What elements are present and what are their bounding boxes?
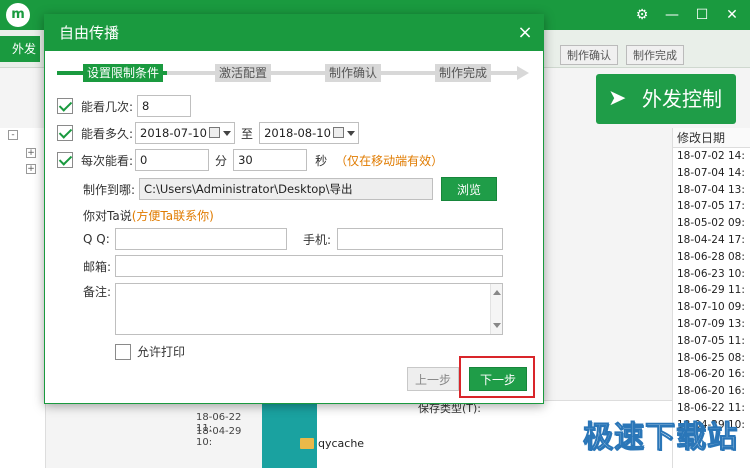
mobile-only-note: （仅在移动端有效）	[335, 153, 444, 168]
list-item[interactable]: 18-07-09 13:	[673, 316, 750, 333]
allow-print-checkbox[interactable]	[115, 343, 131, 360]
step-complete: 制作完成	[435, 64, 492, 82]
message-hint: (方便Ta联系你)	[131, 209, 214, 223]
allow-print-label: 允许打印	[137, 345, 186, 359]
list-item[interactable]: 18-06-20 16:	[673, 366, 750, 383]
browse-button[interactable]: 浏览	[441, 177, 498, 201]
list-item[interactable]: 18-06-28 08:	[673, 249, 750, 266]
app-step-confirm: 制作确认	[560, 45, 618, 65]
view-count-row: 能看几次: 8	[57, 95, 192, 117]
list-item[interactable]: 18-07-04 14:	[673, 165, 750, 182]
chevron-down-icon	[347, 131, 356, 136]
window-controls: ⚙ — ☐ ✕	[632, 4, 742, 26]
list-item[interactable]: 18-06-25 08:	[673, 350, 750, 367]
end-date-picker[interactable]: 2018-08-10	[259, 122, 360, 144]
each-view-row: 每次能看: 0 分 30 秒 （仅在移动端有效）	[57, 149, 443, 171]
prev-button[interactable]: 上一步	[407, 367, 459, 391]
dialog-title: 自由传播	[45, 15, 543, 51]
qq-label: Q Q:	[83, 232, 110, 246]
folder-row[interactable]: qycache	[300, 437, 364, 450]
email-label: 邮箱:	[83, 259, 112, 274]
minimize-icon[interactable]: —	[662, 4, 682, 26]
seconds-input[interactable]: 30	[233, 149, 308, 171]
start-date-value: 2018-07-10	[140, 126, 207, 140]
free-distribution-dialog: 自由传播 × 设置限制条件 激活配置 制作确认 制作完成 能看几次: 8 能看多…	[44, 14, 544, 404]
output-row: 制作到哪: C:\Users\Administrator\Desktop\导出 …	[83, 177, 498, 201]
step-confirm: 制作确认	[325, 64, 382, 82]
view-count-label: 能看几次:	[81, 99, 134, 114]
email-row: 邮箱:	[83, 255, 503, 277]
end-date-value: 2018-08-10	[264, 126, 331, 140]
scroll-up-icon[interactable]	[493, 290, 501, 295]
app-steps: 制作确认 制作完成	[560, 45, 684, 65]
list-item[interactable]: 18-06-29 11:	[673, 282, 750, 299]
nav-tab-outgoing[interactable]: 外发	[0, 36, 40, 62]
preview-panel	[262, 400, 317, 468]
tree-expand-icon[interactable]: -	[8, 130, 18, 140]
view-duration-row: 能看多久: 2018-07-10 至 2018-08-10	[57, 122, 360, 144]
close-icon[interactable]: ×	[515, 15, 535, 51]
email-input[interactable]	[115, 255, 503, 277]
tree-expand-icon[interactable]: +	[26, 148, 36, 158]
allow-print-row: 允许打印	[115, 343, 185, 360]
qq-input[interactable]	[115, 228, 287, 250]
tree-expand-icon[interactable]: +	[26, 164, 36, 174]
step-set-conditions: 设置限制条件	[83, 64, 164, 82]
list-item[interactable]: 18-07-04 13:	[673, 182, 750, 199]
gear-icon[interactable]: ⚙	[632, 4, 652, 26]
column-header-modified[interactable]: 修改日期	[673, 128, 750, 148]
list-item[interactable]: 18-07-05 11:	[673, 333, 750, 350]
list-item[interactable]: 18-05-02 09:	[673, 215, 750, 232]
view-count-checkbox[interactable]	[57, 98, 73, 114]
paper-plane-icon: ➤	[608, 86, 627, 111]
view-count-input[interactable]: 8	[137, 95, 192, 117]
list-item[interactable]: 18-07-02 14:	[673, 148, 750, 165]
contact-row: Q Q: 手机:	[83, 228, 503, 250]
each-view-checkbox[interactable]	[57, 152, 73, 168]
phone-label: 手机:	[303, 232, 332, 247]
next-button-highlight	[459, 356, 535, 398]
date-to-label: 至	[241, 126, 254, 141]
minutes-unit: 分	[215, 153, 228, 168]
output-label: 制作到哪:	[83, 182, 136, 197]
scroll-down-icon[interactable]	[493, 323, 501, 328]
lower-date: 18-04-29 10:	[196, 426, 242, 448]
view-duration-checkbox[interactable]	[57, 125, 73, 141]
note-label: 备注:	[83, 285, 112, 299]
view-duration-label: 能看多久:	[81, 126, 134, 141]
each-view-label: 每次能看:	[81, 153, 134, 168]
note-textarea[interactable]	[115, 283, 503, 335]
progress-arrow-icon	[517, 66, 529, 80]
phone-input[interactable]	[337, 228, 503, 250]
app-step-complete: 制作完成	[626, 45, 684, 65]
maximize-icon[interactable]: ☐	[692, 4, 712, 26]
start-date-picker[interactable]: 2018-07-10	[135, 122, 236, 144]
outgoing-control-button[interactable]: ➤ 外发控制	[596, 74, 736, 124]
seconds-unit: 秒	[315, 153, 328, 168]
watermark-logo: 极速下载站	[583, 420, 738, 456]
folder-tree: - + +	[0, 128, 46, 468]
note-scrollbar[interactable]	[490, 284, 502, 334]
message-label: 你对Ta说	[83, 209, 132, 223]
outgoing-control-label: 外发控制	[642, 87, 722, 111]
chevron-down-icon	[223, 131, 232, 136]
folder-icon	[300, 438, 314, 449]
close-icon[interactable]: ✕	[722, 4, 742, 26]
list-item[interactable]: 18-06-20 16:	[673, 383, 750, 400]
note-row: 备注:	[83, 283, 503, 335]
message-header: 你对Ta说 (方便Ta联系你)	[83, 207, 214, 224]
list-item[interactable]: 18-07-10 09:	[673, 299, 750, 316]
list-item[interactable]: 18-04-24 17:	[673, 232, 750, 249]
app-logo-icon: m	[6, 3, 30, 27]
minutes-input[interactable]: 0	[135, 149, 210, 171]
list-item[interactable]: 18-07-05 17:	[673, 198, 750, 215]
folder-name: qycache	[318, 437, 365, 450]
step-activate-config: 激活配置	[215, 64, 272, 82]
output-path-field[interactable]: C:\Users\Administrator\Desktop\导出	[139, 178, 434, 200]
calendar-icon	[333, 127, 345, 138]
step-progress: 设置限制条件 激活配置 制作确认 制作完成	[57, 63, 529, 83]
list-item[interactable]: 18-06-23 10:	[673, 266, 750, 283]
calendar-icon	[209, 127, 221, 138]
